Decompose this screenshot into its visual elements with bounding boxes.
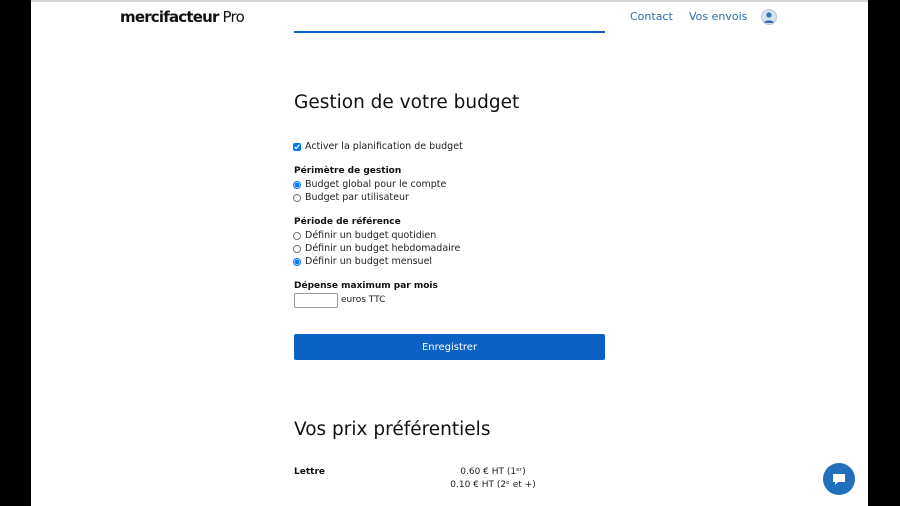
price-item-line2: 0.10 € HT (2ᵉ et +) xyxy=(450,480,536,490)
period-daily-label: Définir un budget quotidien xyxy=(305,230,437,241)
logo-main-text: mercifacteur xyxy=(120,8,219,26)
max-spend-unit: euros TTC xyxy=(341,295,386,305)
save-button[interactable]: Enregistrer xyxy=(294,334,605,360)
max-spend-input[interactable] xyxy=(294,293,338,308)
perimeter-user-radio[interactable] xyxy=(293,193,301,202)
section-divider xyxy=(294,31,605,33)
perimeter-global-radio[interactable] xyxy=(293,180,301,189)
enable-budget-label: Activer la planification de budget xyxy=(305,141,463,152)
user-avatar-icon[interactable] xyxy=(761,9,777,25)
perimeter-global-label: Budget global pour le compte xyxy=(305,179,447,190)
period-daily-radio[interactable] xyxy=(293,231,301,240)
enable-budget-row[interactable]: Activer la planification de budget xyxy=(293,141,463,152)
brand-logo[interactable]: mercifacteur Pro xyxy=(120,8,245,26)
nav-envois-link[interactable]: Vos envois xyxy=(689,10,747,23)
period-weekly-label: Définir un budget hebdomadaire xyxy=(305,243,461,254)
header: mercifacteur Pro Contact Vos envois xyxy=(31,2,868,32)
page: mercifacteur Pro Contact Vos envois Gest… xyxy=(31,0,868,506)
perimeter-option-global[interactable]: Budget global pour le compte xyxy=(293,179,446,190)
period-monthly-radio[interactable] xyxy=(293,257,301,266)
perimeter-title: Périmètre de gestion xyxy=(294,166,402,176)
period-option-weekly[interactable]: Définir un budget hebdomadaire xyxy=(293,243,460,254)
period-monthly-label: Définir un budget mensuel xyxy=(305,256,433,267)
period-option-monthly[interactable]: Définir un budget mensuel xyxy=(293,256,432,267)
logo-suffix-text: Pro xyxy=(218,8,245,26)
perimeter-user-label: Budget par utilisateur xyxy=(305,192,409,203)
period-weekly-radio[interactable] xyxy=(293,244,301,253)
perimeter-option-user[interactable]: Budget par utilisateur xyxy=(293,192,409,203)
period-title: Période de référence xyxy=(294,217,401,227)
prices-title: Vos prix préférentiels xyxy=(294,419,491,440)
period-option-daily[interactable]: Définir un budget quotidien xyxy=(293,230,436,241)
price-item-name: Lettre xyxy=(294,467,325,477)
max-spend-title: Dépense maximum par mois xyxy=(294,281,438,291)
price-item-line1: 0.60 € HT (1ᵉʳ) xyxy=(460,467,526,477)
budget-title: Gestion de votre budget xyxy=(294,92,520,113)
chat-bubble-icon[interactable] xyxy=(823,463,855,495)
enable-budget-checkbox[interactable] xyxy=(293,142,301,151)
nav-contact-link[interactable]: Contact xyxy=(630,10,673,23)
